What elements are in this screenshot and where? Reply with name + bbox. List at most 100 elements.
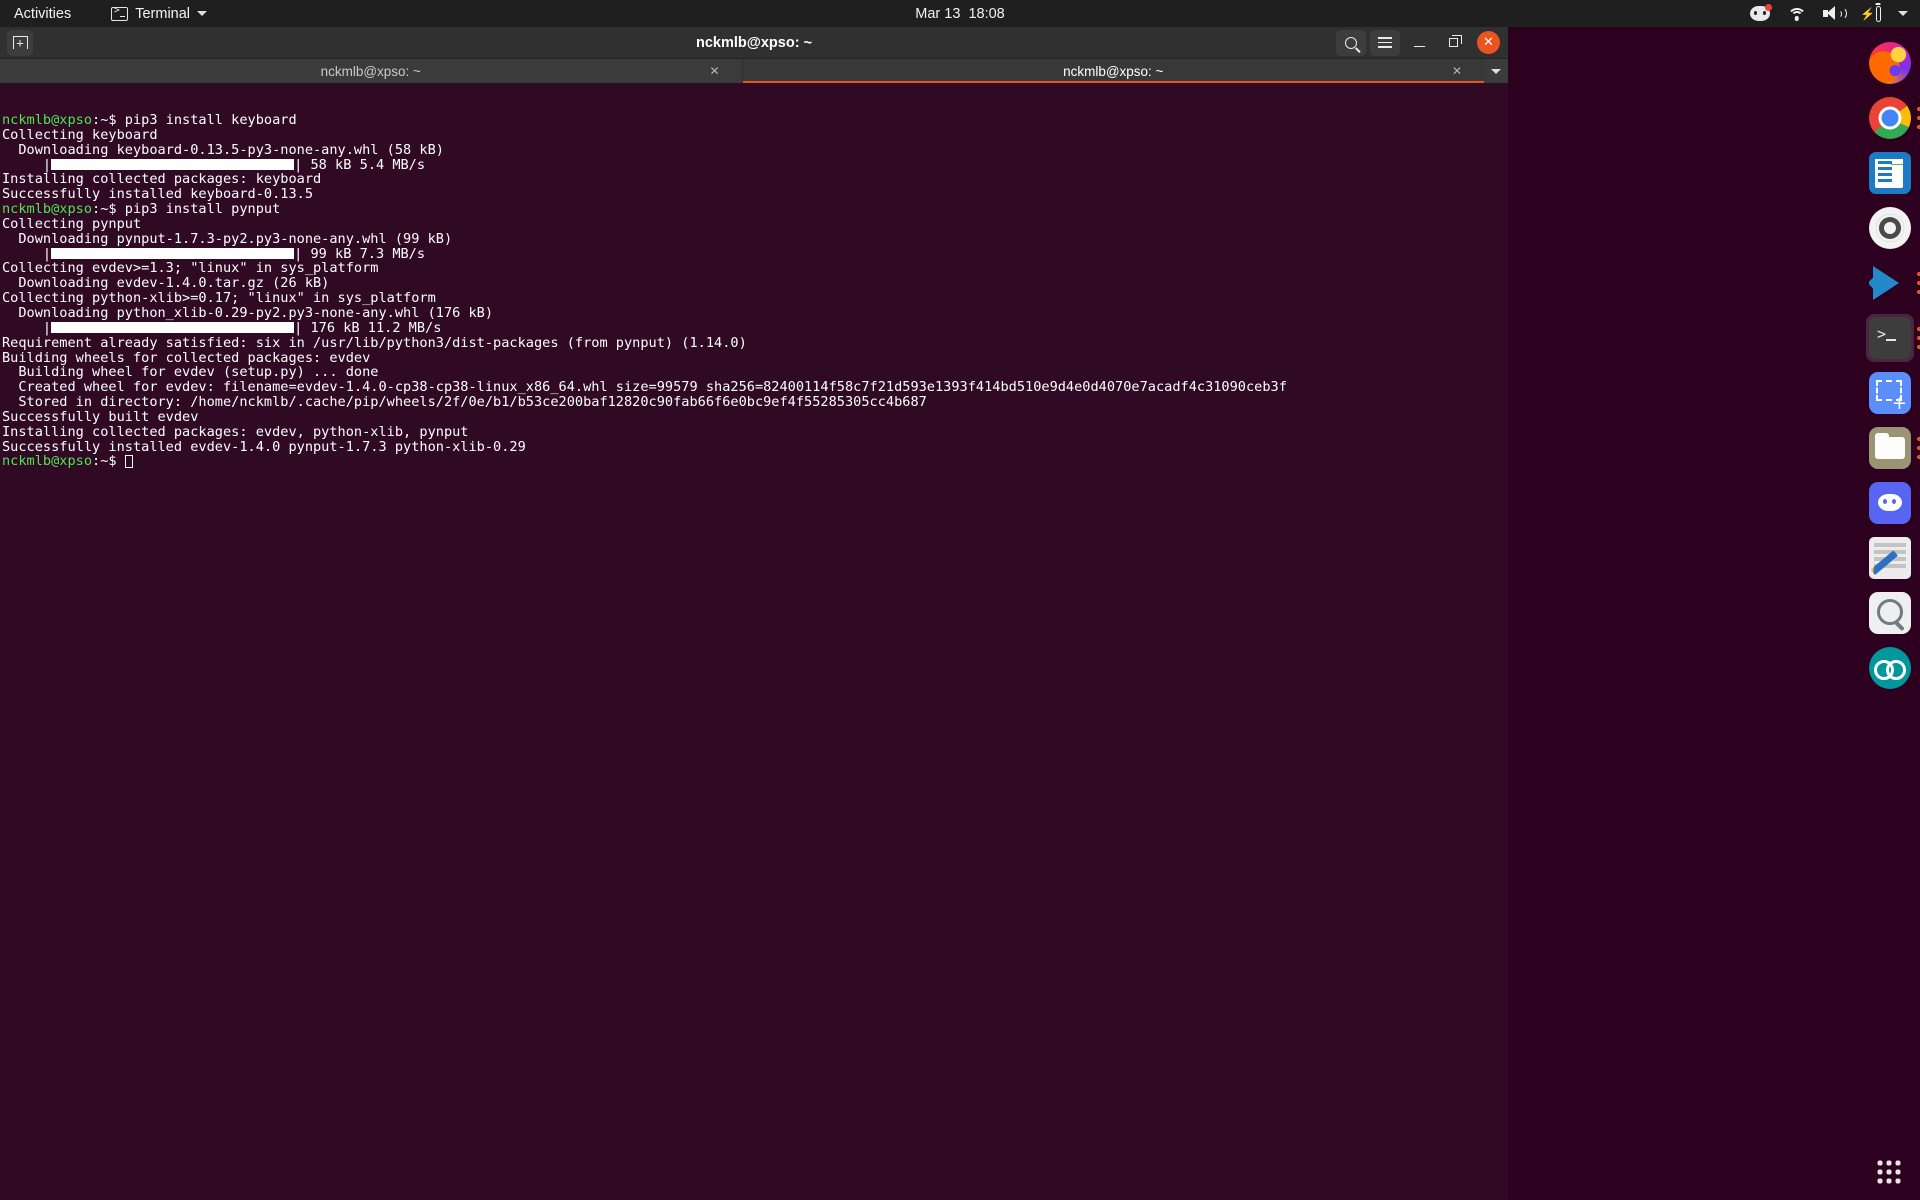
battery-charging-icon[interactable]: ⚡ bbox=[1860, 6, 1881, 22]
tab-1[interactable]: nckmlb@xpso: ~ ✕ bbox=[0, 59, 742, 83]
terminal-text: Stored in directory: /home/nckmlb/.cache… bbox=[2, 395, 1508, 410]
terminal-text: Collecting evdev>=1.3; "linux" in sys_pl… bbox=[2, 261, 1508, 276]
discord-icon[interactable] bbox=[1750, 6, 1770, 21]
terminal-text: Building wheel for evdev (setup.py) ... … bbox=[2, 365, 1508, 380]
tab-close-icon[interactable]: ✕ bbox=[709, 64, 719, 78]
new-tab-icon: + bbox=[13, 36, 28, 49]
terminal-text: Installing collected packages: evdev, py… bbox=[2, 425, 1508, 440]
progress-bar bbox=[51, 159, 294, 170]
chevron-down-icon bbox=[197, 11, 207, 16]
dock-item-vscode[interactable] bbox=[1866, 259, 1914, 307]
ubuntu-dock bbox=[1860, 27, 1920, 1200]
dock-item-text-editor[interactable] bbox=[1866, 534, 1914, 582]
close-button[interactable]: ✕ bbox=[1477, 31, 1500, 54]
terminal-text: Downloading pynput-1.7.3-py2.py3-none-an… bbox=[2, 232, 1508, 247]
tab-bar: nckmlb@xpso: ~ ✕ nckmlb@xpso: ~ ✕ bbox=[0, 59, 1508, 83]
terminal-line: nckmlb@xpso:~$ pip3 install keyboard bbox=[2, 113, 1508, 128]
clock[interactable]: Mar 13 18:08 bbox=[915, 6, 1004, 22]
tab-label: nckmlb@xpso: ~ bbox=[321, 64, 421, 79]
terminal-text: Building wheels for collected packages: … bbox=[2, 351, 1508, 366]
files-icon bbox=[1869, 427, 1911, 469]
terminal-text: Downloading evdev-1.4.0.tar.gz (26 kB) bbox=[2, 276, 1508, 291]
screenshot-icon bbox=[1869, 372, 1911, 414]
wifi-icon[interactable] bbox=[1787, 7, 1806, 21]
new-tab-button[interactable]: + bbox=[7, 30, 33, 56]
tab-overflow-button[interactable] bbox=[1484, 59, 1508, 83]
terminal-output[interactable]: nckmlb@xpso:~$ pip3 install keyboardColl… bbox=[0, 110, 1508, 1200]
window-title: nckmlb@xpso: ~ bbox=[696, 35, 812, 51]
chevron-down-icon[interactable] bbox=[1898, 11, 1908, 16]
terminal-text: Requirement already satisfied: six in /u… bbox=[2, 336, 1508, 351]
progress-prefix: | bbox=[2, 320, 51, 336]
minimize-icon bbox=[1414, 46, 1425, 48]
terminal-line: | | 58 kB 5.4 MB/s bbox=[2, 158, 1508, 173]
progress-suffix: | 99 kB 7.3 MB/s bbox=[294, 246, 425, 262]
magnifier-icon bbox=[1869, 592, 1911, 634]
dock-item-arduino[interactable] bbox=[1866, 644, 1914, 692]
dock-item-screenshot[interactable] bbox=[1866, 369, 1914, 417]
notification-badge bbox=[1765, 4, 1772, 11]
terminal-icon bbox=[1869, 317, 1911, 359]
dock-item-libreoffice-impress[interactable] bbox=[1866, 149, 1914, 197]
shell-prompt-user: nckmlb@xpso bbox=[2, 201, 92, 217]
shell-prompt-path: :~$ pip3 install pynput bbox=[92, 201, 280, 217]
shell-prompt-path: :~$ pip3 install keyboard bbox=[92, 112, 297, 128]
discord-icon bbox=[1869, 482, 1911, 524]
settings-icon bbox=[1869, 207, 1911, 249]
text-cursor bbox=[125, 455, 133, 468]
vscode-icon bbox=[1869, 262, 1911, 304]
terminal-text: Collecting pynput bbox=[2, 217, 1508, 232]
terminal-text: Collecting python-xlib>=0.17; "linux" in… bbox=[2, 291, 1508, 306]
terminal-line: | | 99 kB 7.3 MB/s bbox=[2, 247, 1508, 262]
minimize-button[interactable] bbox=[1404, 30, 1434, 56]
window-controls: ✕ bbox=[1336, 30, 1500, 56]
app-menu-label: Terminal bbox=[135, 6, 190, 22]
app-menu-terminal[interactable]: Terminal bbox=[111, 6, 207, 22]
chrome-icon bbox=[1869, 97, 1911, 139]
search-button[interactable] bbox=[1336, 30, 1366, 56]
system-tray: ⚡ bbox=[1750, 6, 1908, 22]
gnome-top-bar: Activities Terminal Mar 13 18:08 ⚡ bbox=[0, 0, 1920, 27]
dock-item-discord[interactable] bbox=[1866, 479, 1914, 527]
dock-item-files[interactable] bbox=[1866, 424, 1914, 472]
dock-item-magnifier[interactable] bbox=[1866, 589, 1914, 637]
chevron-down-icon bbox=[1491, 69, 1501, 74]
terminal-text: Successfully installed keyboard-0.13.5 bbox=[2, 187, 1508, 202]
libreoffice-impress-icon bbox=[1869, 152, 1911, 194]
activities-button[interactable]: Activities bbox=[14, 6, 71, 22]
tab-close-icon[interactable]: ✕ bbox=[1452, 64, 1462, 78]
progress-suffix: | 176 kB 11.2 MB/s bbox=[294, 320, 441, 336]
terminal-text: Collecting keyboard bbox=[2, 128, 1508, 143]
progress-prefix: | bbox=[2, 246, 51, 262]
tab-2[interactable]: nckmlb@xpso: ~ ✕ bbox=[743, 59, 1485, 83]
progress-bar bbox=[51, 322, 294, 333]
terminal-window: + nckmlb@xpso: ~ ✕ nckmlb@xpso: ~ ✕ nckm… bbox=[0, 27, 1508, 1200]
progress-bar bbox=[51, 248, 294, 259]
terminal-text: Created wheel for evdev: filename=evdev-… bbox=[2, 380, 1508, 395]
terminal-line: nckmlb@xpso:~$ bbox=[2, 454, 1508, 469]
hamburger-icon bbox=[1378, 37, 1392, 48]
menu-button[interactable] bbox=[1370, 30, 1400, 56]
terminal-text: Installing collected packages: keyboard bbox=[2, 172, 1508, 187]
dock-item-terminal[interactable] bbox=[1866, 314, 1914, 362]
dock-item-firefox[interactable] bbox=[1866, 39, 1914, 87]
progress-prefix: | bbox=[2, 157, 51, 173]
terminal-line: | | 176 kB 11.2 MB/s bbox=[2, 321, 1508, 336]
dock-item-chrome[interactable] bbox=[1866, 94, 1914, 142]
tab-label: nckmlb@xpso: ~ bbox=[1063, 64, 1163, 79]
terminal-text: Downloading python_xlib-0.29-py2.py3-non… bbox=[2, 306, 1508, 321]
progress-suffix: | 58 kB 5.4 MB/s bbox=[294, 157, 425, 173]
terminal-icon bbox=[111, 7, 128, 21]
terminal-text: Successfully installed evdev-1.4.0 pynpu… bbox=[2, 440, 1508, 455]
shell-prompt-path: :~$ bbox=[92, 453, 125, 469]
maximize-button[interactable] bbox=[1438, 30, 1468, 56]
terminal-line: nckmlb@xpso:~$ pip3 install pynput bbox=[2, 202, 1508, 217]
volume-icon[interactable] bbox=[1823, 6, 1843, 21]
firefox-icon bbox=[1869, 42, 1911, 84]
dock-item-settings[interactable] bbox=[1866, 204, 1914, 252]
search-icon bbox=[1345, 37, 1357, 49]
window-titlebar: + nckmlb@xpso: ~ ✕ bbox=[0, 27, 1508, 59]
show-applications-button[interactable] bbox=[1877, 1160, 1903, 1186]
terminal-text: Successfully built evdev bbox=[2, 410, 1508, 425]
shell-prompt-user: nckmlb@xpso bbox=[2, 453, 92, 469]
